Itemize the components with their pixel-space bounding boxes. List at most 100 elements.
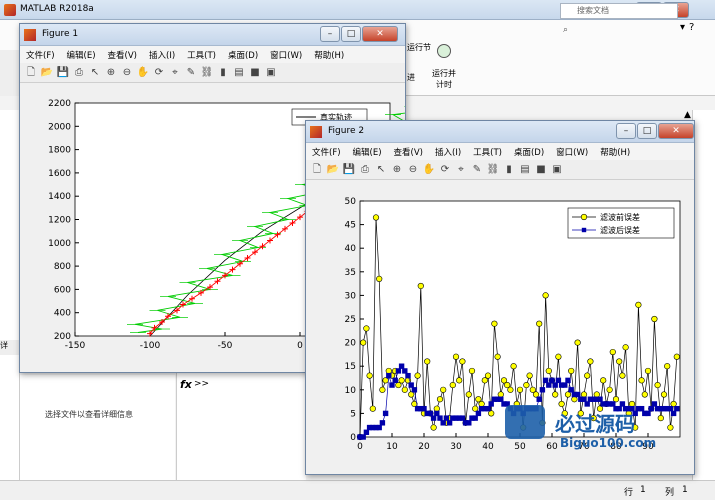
- advance-label[interactable]: 进: [407, 72, 415, 83]
- figure1-ytick-label: 400: [54, 309, 71, 319]
- figure2-window[interactable]: Figure 2 – □ ✕ 文件(F) 编辑(E) 查看(V) 插入(I) 工具(T)…: [305, 120, 695, 475]
- figure2-menu-1[interactable]: 编辑(E): [347, 146, 388, 158]
- zoom-out-icon[interactable]: ⊖: [120, 66, 134, 80]
- link-icon[interactable]: ⛓: [200, 66, 214, 80]
- command-prompt[interactable]: >>: [194, 379, 209, 389]
- figure1-close-button[interactable]: ✕: [362, 26, 398, 42]
- edit-plot-icon[interactable]: ↖: [374, 163, 388, 177]
- open-file-icon[interactable]: 📂: [326, 163, 340, 177]
- figure1-menu-7[interactable]: 帮助(H): [308, 49, 350, 61]
- figure2-minimize-button[interactable]: –: [616, 123, 636, 139]
- filter-icon[interactable]: ▾: [680, 22, 685, 40]
- figure2-menu-6[interactable]: 窗口(W): [550, 146, 594, 158]
- figure2-point-before: [651, 315, 658, 323]
- figure2-point-after: [360, 434, 366, 440]
- legend-icon[interactable]: ▤: [232, 66, 246, 80]
- figure2-point-before: [456, 377, 463, 384]
- panel-menu-icon[interactable]: ▲: [684, 110, 691, 120]
- help-icon[interactable]: ?: [689, 22, 694, 40]
- run-section-label[interactable]: 运行节: [407, 42, 431, 53]
- figure2-menu-0[interactable]: 文件(F): [306, 146, 347, 158]
- column-label: 列: [665, 488, 675, 498]
- current-folder-panel: [0, 110, 20, 480]
- run-and-time-icon[interactable]: [437, 44, 451, 58]
- figure2-point-after: [674, 405, 680, 412]
- figure1-title-bar[interactable]: Figure 1 – □ ✕: [20, 24, 405, 46]
- rotate-icon[interactable]: ⟳: [438, 163, 452, 177]
- print-icon[interactable]: ⎙: [72, 66, 86, 80]
- zoom-out-icon[interactable]: ⊖: [406, 163, 420, 177]
- pan-icon[interactable]: ✋: [422, 163, 436, 177]
- figure2-point-before: [523, 381, 530, 389]
- pan-icon[interactable]: ✋: [136, 66, 150, 80]
- figure1-maximize-button[interactable]: □: [341, 26, 361, 42]
- figure1-menu-5[interactable]: 桌面(D): [222, 49, 264, 61]
- search-documentation-input[interactable]: 搜索文档: [560, 3, 678, 19]
- figure2-point-before: [379, 386, 386, 393]
- figure2-menu-4[interactable]: 工具(T): [467, 146, 508, 158]
- figure2-menu-3[interactable]: 插入(I): [429, 146, 467, 158]
- open-file-icon[interactable]: 📂: [40, 66, 54, 80]
- figure2-point-before: [600, 377, 607, 384]
- figure2-title-bar[interactable]: Figure 2 – □ ✕: [306, 121, 694, 143]
- figure1-menu-2[interactable]: 查看(V): [102, 49, 143, 61]
- figure2-point-before: [430, 424, 437, 431]
- data-cursor-icon[interactable]: ⌖: [168, 66, 182, 80]
- figure2-close-button[interactable]: ✕: [658, 123, 694, 139]
- link-icon[interactable]: ⛓: [486, 163, 500, 177]
- figure2-ytick-label: 50: [345, 197, 357, 207]
- rotate-icon[interactable]: ⟳: [152, 66, 166, 80]
- figure1-menu-1[interactable]: 编辑(E): [61, 49, 102, 61]
- figure1-xtick-label: 0: [297, 341, 303, 351]
- figure2-point-before: [635, 301, 642, 308]
- colorbar-icon[interactable]: ▮: [502, 163, 516, 177]
- figure1-menu-6[interactable]: 窗口(W): [264, 49, 308, 61]
- data-cursor-icon[interactable]: ⌖: [454, 163, 468, 177]
- hide-tools-icon[interactable]: ■: [534, 163, 548, 177]
- figure2-point-after: [395, 368, 402, 374]
- figure2-ytick-label: 35: [345, 268, 356, 278]
- figure-icon: [24, 29, 36, 41]
- figure2-maximize-button[interactable]: □: [637, 123, 657, 139]
- figure1-minimize-button[interactable]: –: [320, 26, 340, 42]
- hide-tools-icon[interactable]: ■: [248, 66, 262, 80]
- figure2-point-after: [459, 415, 466, 421]
- zoom-in-icon[interactable]: ⊕: [390, 163, 404, 177]
- edit-plot-icon[interactable]: ↖: [88, 66, 102, 80]
- figure2-point-after: [651, 401, 658, 407]
- figure2-legend-label-0: 滤波前误差: [600, 212, 640, 222]
- figure2-toolbar: 🗋 📂 💾 ⎙ ↖ ⊕ ⊖ ✋ ⟳ ⌖ ✎ ⛓ ▮ ▤ ■ ▣: [306, 160, 694, 180]
- brush-icon[interactable]: ✎: [470, 163, 484, 177]
- show-tools-icon[interactable]: ▣: [264, 66, 278, 80]
- figure1-menu-0[interactable]: 文件(F): [20, 49, 61, 61]
- figure2-point-before: [363, 325, 370, 332]
- figure2-menu-7[interactable]: 帮助(H): [594, 146, 636, 158]
- figure2-point-after: [475, 410, 482, 417]
- figure2-point-before: [545, 367, 552, 375]
- new-figure-icon[interactable]: 🗋: [310, 163, 324, 177]
- run-and-time-label[interactable]: 运行并: [432, 68, 456, 79]
- figure2-point-after: [539, 387, 546, 393]
- figure2-xtick-label: 50: [514, 442, 526, 452]
- save-icon[interactable]: 💾: [56, 66, 70, 80]
- figure1-menu-4[interactable]: 工具(T): [181, 49, 222, 61]
- figure2-menu-2[interactable]: 查看(V): [388, 146, 429, 158]
- colorbar-icon[interactable]: ▮: [216, 66, 230, 80]
- save-icon[interactable]: 💾: [342, 163, 356, 177]
- new-figure-icon[interactable]: 🗋: [24, 66, 38, 80]
- figure2-xtick-label: 20: [418, 442, 430, 452]
- figure2-menubar: 文件(F) 编辑(E) 查看(V) 插入(I) 工具(T) 桌面(D) 窗口(W) 帮助(H): [306, 143, 694, 160]
- details-panel: [20, 375, 175, 480]
- figure2-point-after: [446, 420, 453, 426]
- figure2-point-before: [382, 377, 389, 384]
- figure2-ytick-label: 30: [345, 291, 357, 301]
- figure2-xtick-label: 40: [482, 442, 494, 452]
- figure2-menu-5[interactable]: 桌面(D): [508, 146, 550, 158]
- brush-icon[interactable]: ✎: [184, 66, 198, 80]
- figure2-ytick-label: 10: [345, 386, 357, 396]
- legend-icon[interactable]: ▤: [518, 163, 532, 177]
- zoom-in-icon[interactable]: ⊕: [104, 66, 118, 80]
- show-tools-icon[interactable]: ▣: [550, 163, 564, 177]
- print-icon[interactable]: ⎙: [358, 163, 372, 177]
- figure1-menu-3[interactable]: 插入(I): [143, 49, 181, 61]
